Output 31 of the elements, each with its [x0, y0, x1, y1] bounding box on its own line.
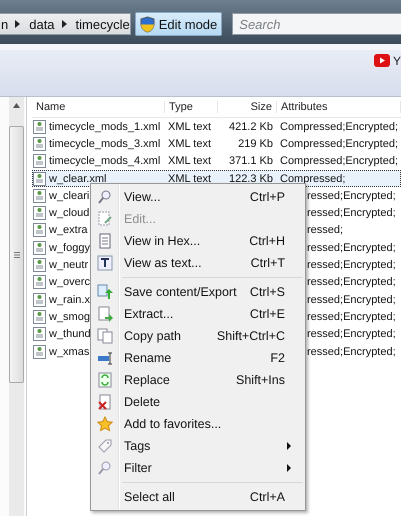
file-attributes: ressed;Encrypted; — [306, 276, 397, 288]
file-attributes: Compressed;Encrypted; — [279, 120, 399, 133]
file-type: XML text — [167, 172, 212, 185]
file-type: XML text — [167, 138, 212, 150]
file-attributes: Compressed;Encrypted; — [279, 138, 399, 150]
file-size: 421.2 Kb — [228, 120, 274, 133]
file-size: 122.3 Kb — [228, 172, 274, 185]
file-name: timecycle_mods_1.xml — [48, 120, 162, 133]
file-name: w_neutr — [48, 259, 90, 272]
file-attributes: Compressed; — [279, 172, 346, 185]
file-attributes: ressed;Encrypted; — [306, 207, 397, 220]
file-name: timecycle_mods_3.xml — [48, 138, 162, 150]
file-type: XML text — [167, 155, 212, 168]
file-name: w_foggy — [48, 242, 91, 254]
file-attributes: Compressed;Encrypted; — [279, 155, 399, 168]
file-name: w_rain.x — [48, 294, 91, 306]
file-name: w_thund — [48, 328, 92, 340]
file-name: w_smog — [48, 310, 91, 323]
file-name: w_extra — [48, 224, 89, 236]
file-type: XML text — [167, 120, 212, 133]
file-name: w_cleari — [48, 190, 90, 202]
file-name: w_overc — [48, 276, 91, 288]
file-name: timecycle_mods_4.xml — [48, 155, 162, 168]
file-size: 371.1 Kb — [228, 155, 274, 168]
file-attributes: ressed;Encrypted; — [306, 294, 397, 306]
file-name: w_clear.xml — [48, 172, 108, 185]
file-attributes: ressed; — [306, 224, 344, 236]
file-attributes: ressed;Encrypted; — [306, 242, 397, 254]
file-size: 219 Kb — [237, 138, 274, 150]
file-name: w_cloud — [48, 207, 90, 220]
file-name: w_xmas — [48, 346, 90, 358]
